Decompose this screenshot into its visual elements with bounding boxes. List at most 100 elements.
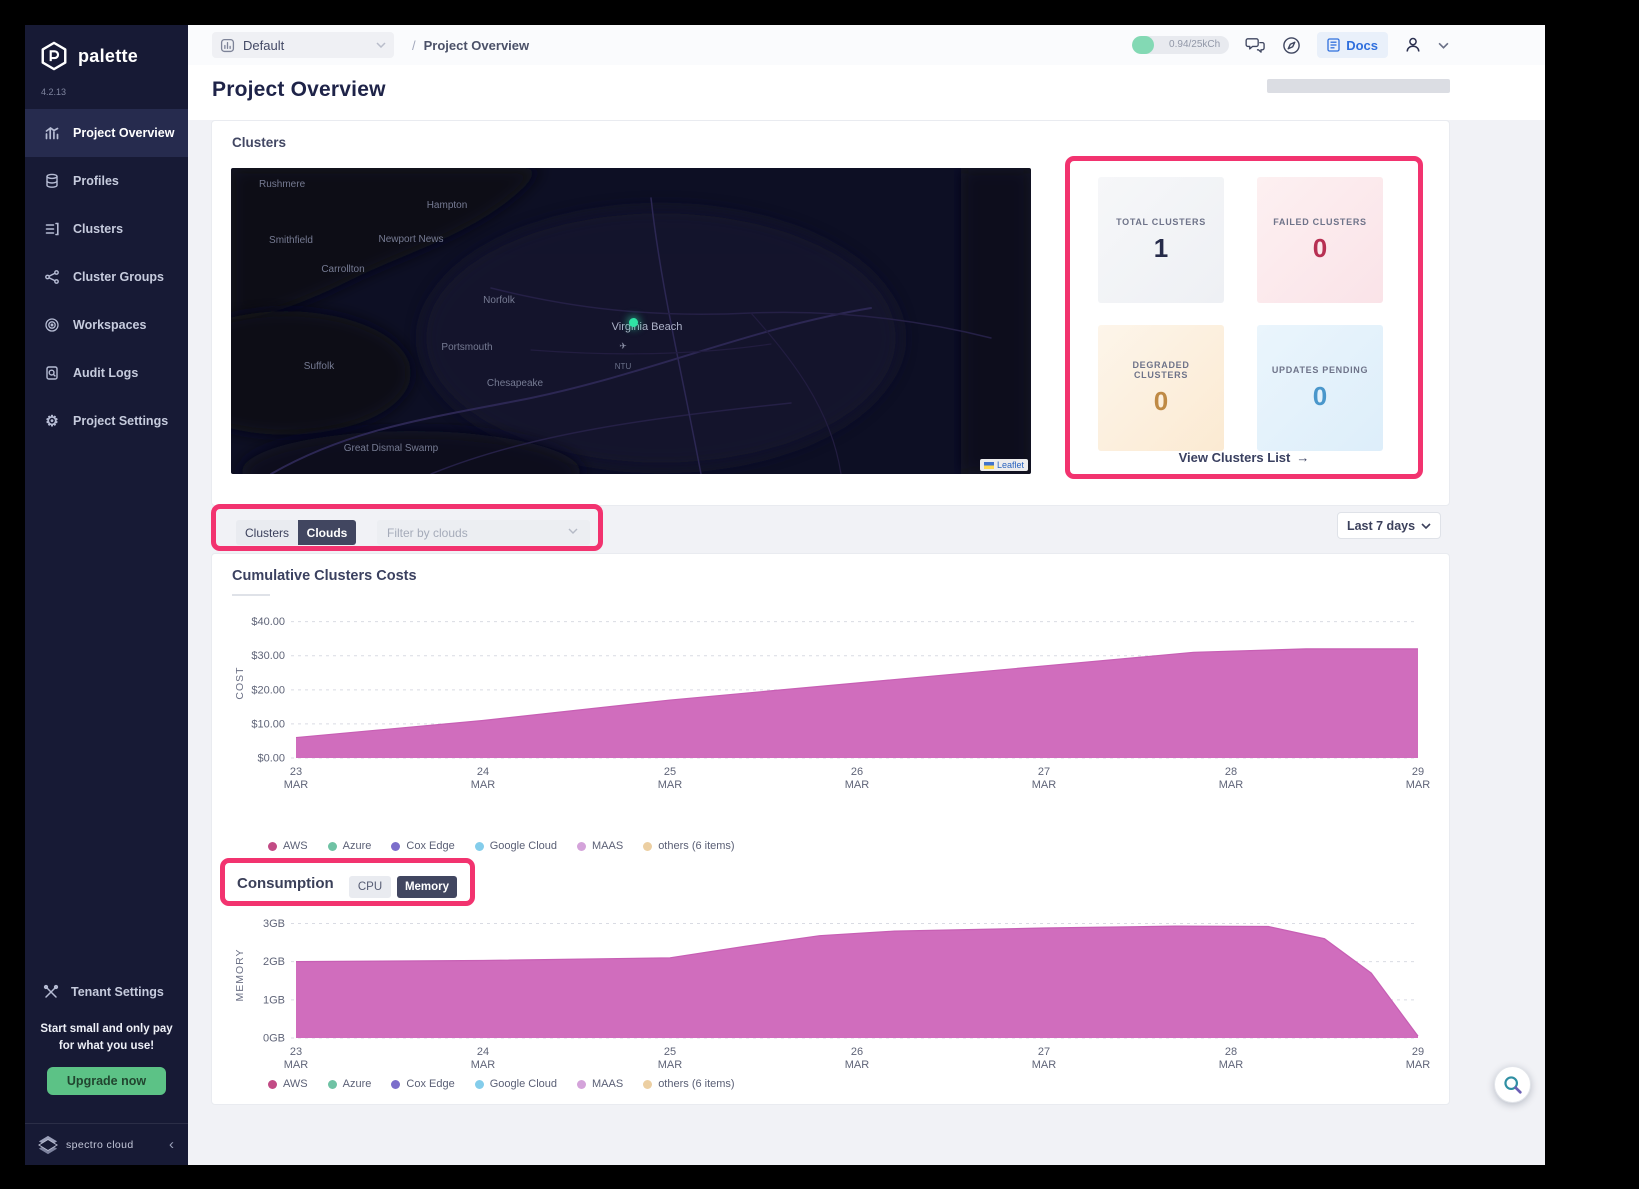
leaflet-link[interactable]: Leaflet	[997, 460, 1024, 470]
legend-color-dot	[391, 1080, 400, 1089]
svg-text:MAR: MAR	[1219, 1059, 1244, 1071]
sidebar-item-project-settings[interactable]: ⚙ Project Settings	[25, 397, 188, 445]
docs-label: Docs	[1346, 38, 1378, 53]
toggle-memory[interactable]: Memory	[397, 876, 457, 898]
legend-item[interactable]: Cox Edge	[391, 1078, 454, 1090]
legend-item[interactable]: Azure	[328, 840, 372, 852]
annotation-box-cluster-stats: TOTAL CLUSTERS 1 FAILED CLUSTERS 0 DEGRA…	[1065, 156, 1423, 479]
sidebar-nav: Project Overview Profiles Clusters Clust…	[25, 109, 188, 445]
promo-line: Start small and only pay	[25, 1021, 188, 1038]
date-range-selector[interactable]: Last 7 days	[1337, 512, 1441, 539]
toggle-cpu[interactable]: CPU	[349, 876, 391, 898]
legend-color-dot	[391, 842, 400, 851]
svg-text:2GB: 2GB	[263, 956, 285, 968]
stat-failed-clusters: FAILED CLUSTERS 0	[1257, 177, 1383, 303]
docs-button[interactable]: Docs	[1317, 32, 1388, 58]
svg-text:26: 26	[851, 1046, 863, 1058]
svg-text:MAR: MAR	[658, 779, 683, 791]
map-city-label: Norfolk	[483, 295, 515, 306]
sidebar-item-label: Cluster Groups	[73, 270, 164, 284]
sidebar-item-profiles[interactable]: Profiles	[25, 157, 188, 205]
map-city-label: Great Dismal Swamp	[344, 443, 438, 454]
consumption-heading: Consumption	[237, 875, 334, 892]
svg-text:26: 26	[851, 766, 863, 778]
legend-color-dot	[268, 842, 277, 851]
map-city-label: Suffolk	[304, 361, 334, 372]
topbar-actions: 0.94/25kCh Docs	[1132, 25, 1449, 65]
filter-by-clouds-input[interactable]	[377, 520, 590, 545]
collapse-sidebar-icon[interactable]: ‹	[169, 1137, 174, 1152]
svg-text:MAR: MAR	[471, 1059, 496, 1071]
search-fab[interactable]	[1494, 1066, 1531, 1103]
svg-text:MAR: MAR	[1219, 779, 1244, 791]
map-city-label: Hampton	[427, 200, 468, 211]
map-city-label: Newport News	[378, 234, 443, 245]
chevron-down-icon	[376, 42, 386, 48]
legend-item[interactable]: Google Cloud	[475, 840, 557, 852]
svg-text:28: 28	[1225, 1046, 1237, 1058]
audit-logs-icon	[43, 364, 61, 382]
svg-text:MEMORY: MEMORY	[234, 948, 246, 1001]
sidebar-item-clusters[interactable]: Clusters	[25, 205, 188, 253]
map-city-label: Carrollton	[321, 264, 364, 275]
usage-value: 0.94/25kCh	[1169, 39, 1220, 50]
topbar: Default / Project Overview 0.94/25kCh Do…	[188, 25, 1545, 66]
flag-icon	[984, 462, 994, 469]
view-clusters-list-link[interactable]: View Clusters List→	[1070, 450, 1418, 465]
stat-value: 1	[1154, 233, 1168, 264]
legend-item[interactable]: MAAS	[577, 1078, 623, 1090]
cluster-stats-grid: TOTAL CLUSTERS 1 FAILED CLUSTERS 0 DEGRA…	[1098, 177, 1383, 451]
legend-item[interactable]: Google Cloud	[475, 1078, 557, 1090]
app-window: palette 4.2.13 Project Overview Profiles…	[25, 25, 1545, 1165]
sidebar-item-workspaces[interactable]: Workspaces	[25, 301, 188, 349]
profiles-stack-icon	[43, 172, 61, 190]
clusters-list-icon	[43, 220, 61, 238]
svg-text:MAR: MAR	[845, 779, 870, 791]
legend-item[interactable]: MAAS	[577, 840, 623, 852]
clusters-map[interactable]: Rushmere Hampton Newport News Smithfield…	[231, 168, 1031, 474]
user-icon[interactable]	[1404, 36, 1422, 54]
tab-clusters[interactable]: Clusters	[236, 520, 298, 545]
upgrade-now-button[interactable]: Upgrade now	[47, 1067, 166, 1095]
svg-text:$10.00: $10.00	[251, 718, 285, 730]
svg-text:23: 23	[290, 766, 302, 778]
svg-text:MAR: MAR	[284, 1059, 309, 1071]
svg-text:28: 28	[1225, 766, 1237, 778]
svg-text:1GB: 1GB	[263, 994, 285, 1006]
redacted-label-bar	[1267, 79, 1450, 93]
legend-color-dot	[577, 1080, 586, 1089]
tab-clouds[interactable]: Clouds	[298, 520, 356, 545]
sidebar-item-project-overview[interactable]: Project Overview	[25, 109, 188, 157]
breadcrumb: / Project Overview	[412, 25, 529, 65]
memory-consumption-chart[interactable]: 0GB1GB2GB3GB23MAR24MAR25MAR26MAR27MAR28M…	[230, 904, 1430, 1076]
breadcrumb-current[interactable]: Project Overview	[424, 38, 530, 53]
svg-text:27: 27	[1038, 766, 1050, 778]
legend-item[interactable]: others (6 items)	[643, 840, 734, 852]
annotation-box-cloud-filter: Clusters Clouds	[211, 504, 603, 551]
project-scope-selector[interactable]: Default	[212, 32, 394, 58]
svg-text:$40.00: $40.00	[251, 616, 285, 628]
svg-text:27: 27	[1038, 1046, 1050, 1058]
legend-item[interactable]: AWS	[268, 840, 308, 852]
sidebar-item-audit-logs[interactable]: Audit Logs	[25, 349, 188, 397]
svg-text:29: 29	[1412, 1046, 1424, 1058]
legend-item[interactable]: AWS	[268, 1078, 308, 1090]
sidebar-item-cluster-groups[interactable]: Cluster Groups	[25, 253, 188, 301]
whats-new-compass-icon[interactable]	[1282, 36, 1301, 55]
user-menu-chevron-icon[interactable]	[1438, 42, 1449, 49]
map-city-label: Virginia Beach	[612, 321, 683, 333]
cumulative-costs-chart[interactable]: $0.00$10.00$20.00$30.00$40.0023MAR24MAR2…	[230, 600, 1430, 796]
legend-item[interactable]: others (6 items)	[643, 1078, 734, 1090]
svg-text:29: 29	[1412, 766, 1424, 778]
stat-label: UPDATES PENDING	[1262, 365, 1378, 375]
stat-value: 0	[1313, 233, 1327, 264]
clusters-section: Clusters	[211, 120, 1450, 506]
legend-color-dot	[328, 842, 337, 851]
chat-icon[interactable]	[1245, 36, 1266, 54]
sidebar-item-tenant-settings[interactable]: Tenant Settings	[25, 975, 188, 1009]
stat-value: 0	[1154, 386, 1168, 417]
legend-item[interactable]: Azure	[328, 1078, 372, 1090]
svg-text:25: 25	[664, 1046, 676, 1058]
mini-chart-icon	[220, 38, 235, 53]
legend-item[interactable]: Cox Edge	[391, 840, 454, 852]
